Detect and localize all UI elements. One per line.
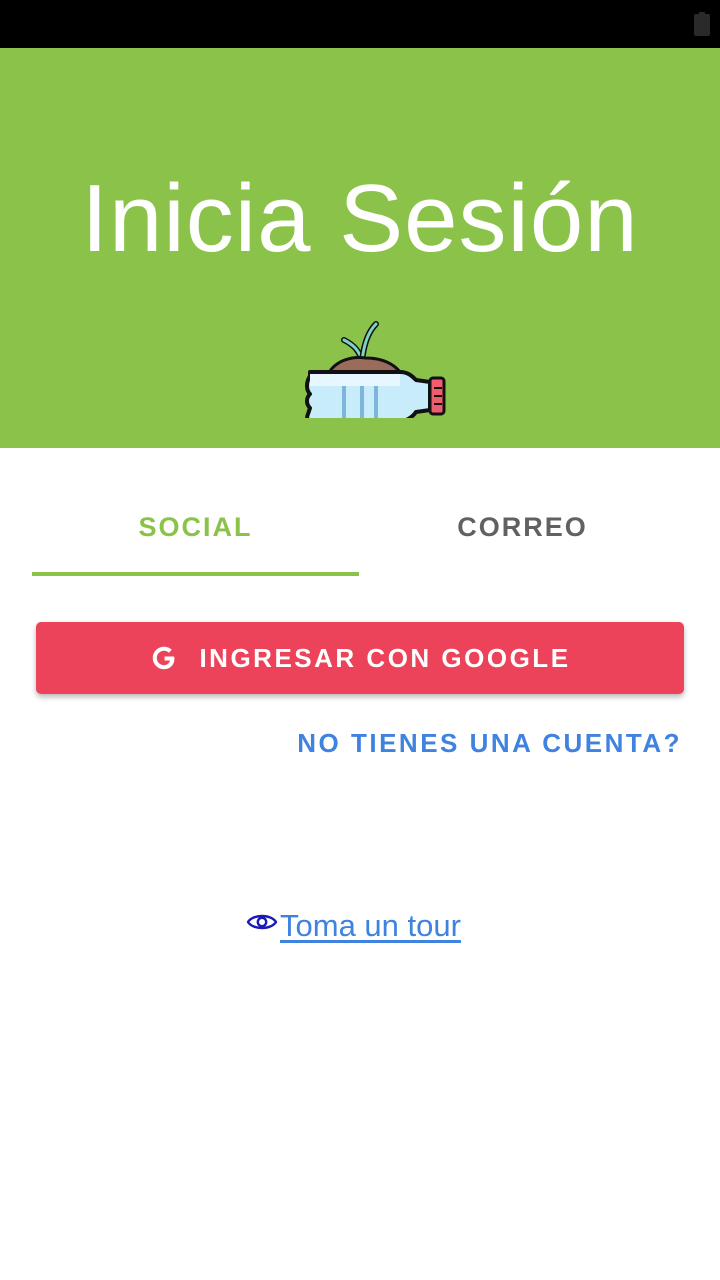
- tab-correo[interactable]: CORREO: [359, 478, 686, 576]
- plant-bottle-icon: [305, 321, 446, 418]
- eye-icon: [246, 914, 278, 930]
- google-button-label: INGRESAR CON GOOGLE: [199, 642, 571, 673]
- google-login-button[interactable]: INGRESAR CON GOOGLE: [36, 622, 684, 694]
- tour-link-label: Toma un tour: [280, 908, 461, 943]
- page-title: Inicia Sesión: [81, 165, 639, 272]
- tour-link[interactable]: Toma un tour: [246, 908, 461, 944]
- battery-icon: [694, 12, 710, 36]
- hero-header: Inicia Sesión: [0, 48, 720, 448]
- status-bar: [0, 0, 720, 48]
- login-tabs: SOCIAL CORREO: [32, 478, 688, 578]
- tab-social[interactable]: SOCIAL: [32, 478, 359, 576]
- register-link[interactable]: NO TIENES UNA CUENTA?: [297, 728, 682, 759]
- google-icon: [153, 646, 175, 670]
- active-tab-indicator: [32, 572, 359, 576]
